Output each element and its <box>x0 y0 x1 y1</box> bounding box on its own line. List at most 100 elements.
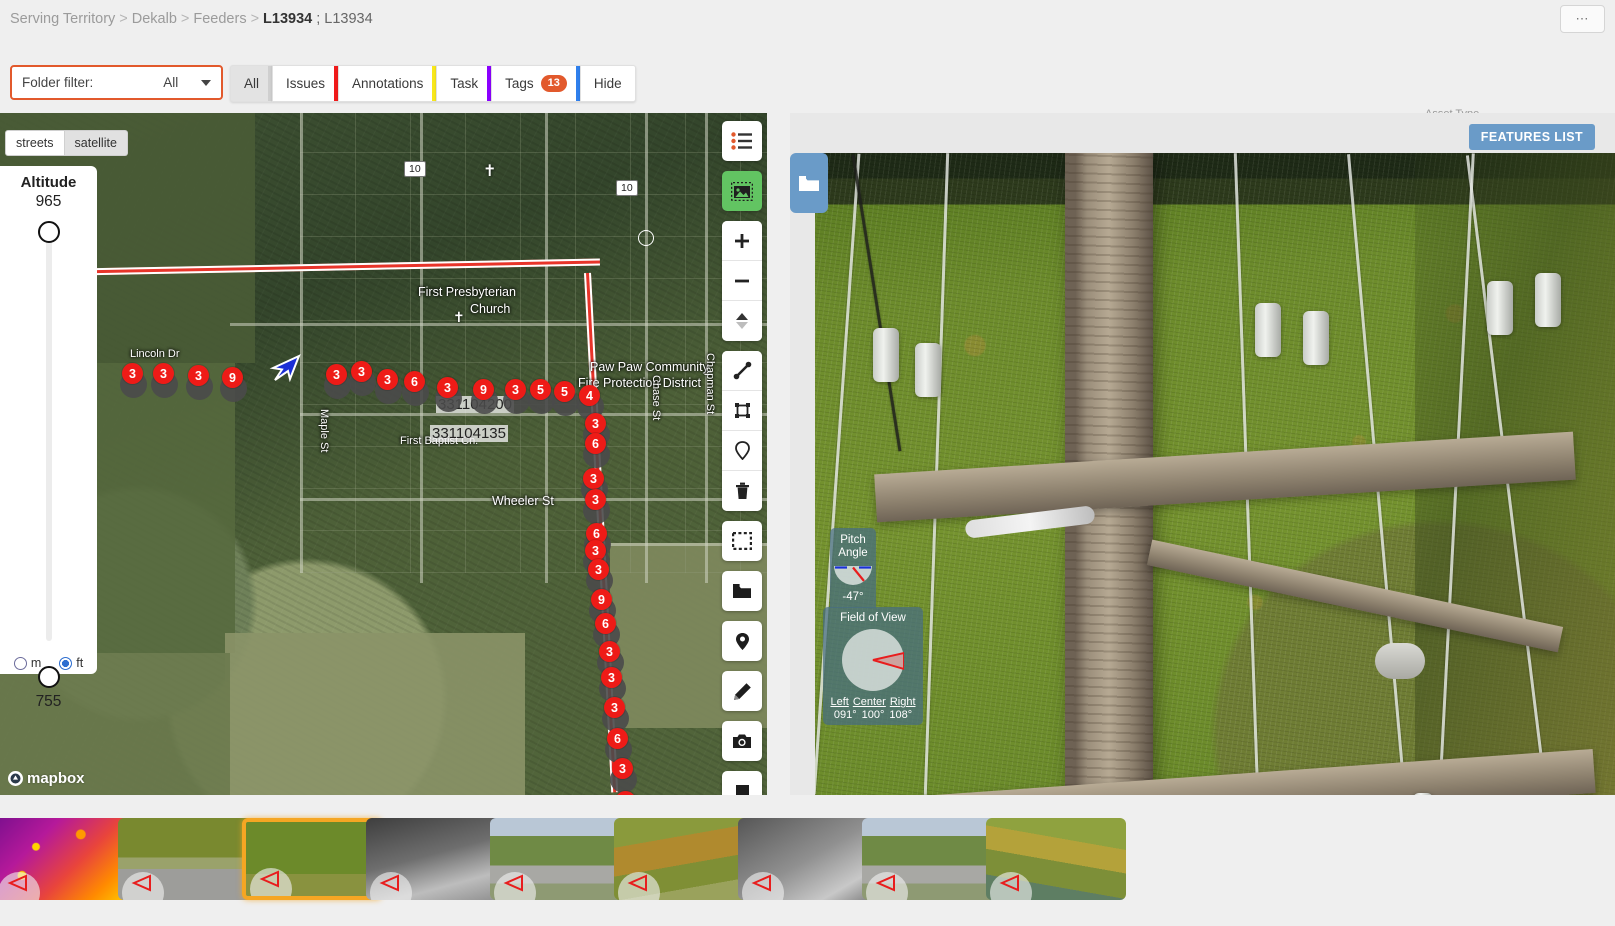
breadcrumb-item-serving-territory[interactable]: Serving Territory <box>10 11 115 27</box>
tab-annotations[interactable]: Annotations <box>338 65 437 102</box>
insulator <box>1413 793 1433 795</box>
map-marker-count-badge[interactable]: 3 <box>601 667 622 688</box>
unit-option-ft[interactable]: ft <box>59 656 83 670</box>
tab-task[interactable]: Task <box>436 65 492 102</box>
radio-selected-icon[interactable] <box>59 656 73 670</box>
map-marker-count-badge[interactable]: 3 <box>437 377 458 398</box>
features-list-icon[interactable] <box>722 121 762 161</box>
camera-icon[interactable] <box>722 721 762 761</box>
altitude-slider-track[interactable] <box>46 226 52 641</box>
street-label-maple: Maple St <box>318 409 330 453</box>
folder-filter-dropdown[interactable]: Folder filter: All <box>10 65 223 100</box>
thumbnail-fov-arrow-icon <box>7 874 27 892</box>
pitch-title-line1: Pitch <box>840 534 866 546</box>
basemap-satellite[interactable]: satellite <box>64 130 128 156</box>
map-marker-count-badge[interactable]: 5 <box>530 379 551 400</box>
marker-outline-icon[interactable] <box>722 431 762 471</box>
thumbnail-item[interactable] <box>366 818 506 900</box>
thumbnail-item[interactable] <box>738 818 878 900</box>
folder-icon[interactable] <box>722 571 762 611</box>
map-marker-count-badge[interactable]: 3 <box>377 369 398 390</box>
map-marker-count-badge[interactable]: 9 <box>591 589 612 610</box>
map-marker-count-badge[interactable]: 3 <box>588 559 609 580</box>
insulator <box>915 343 941 397</box>
thumbnail-item[interactable] <box>242 818 382 900</box>
map-marker-count-badge[interactable]: 3 <box>585 413 606 434</box>
stop-square-icon[interactable] <box>722 771 762 795</box>
folder-side-tab-button[interactable] <box>790 153 828 213</box>
basemap-switcher: streets satellite <box>5 130 128 156</box>
map-marker-count-badge[interactable]: 9 <box>473 379 494 400</box>
map-poi-label: Church <box>470 302 511 316</box>
map-poi-label: First Presbyterian <box>418 285 516 299</box>
map-marker-count-badge[interactable]: 3 <box>153 363 174 384</box>
tab-all[interactable]: All <box>230 65 273 102</box>
map-view[interactable]: streets satellite Altitude 965 755 m ft … <box>0 113 767 795</box>
radio-unselected-icon[interactable] <box>13 656 27 670</box>
tab-tags[interactable]: Tags 13 <box>491 65 580 102</box>
zoom-out-icon[interactable] <box>722 261 762 301</box>
pitch-angle-widget: Pitch Angle -47° <box>830 528 876 609</box>
tab-label: Hide <box>593 76 622 91</box>
map-marker-count-badge[interactable]: 3 <box>326 364 347 385</box>
map-poi-label: Paw Paw Community <box>590 360 709 374</box>
map-marker-count-badge[interactable]: 6 <box>607 728 628 749</box>
map-marker-count-badge[interactable]: 3 <box>585 489 606 510</box>
basemap-streets[interactable]: streets <box>5 130 65 156</box>
measure-line-icon[interactable] <box>722 351 762 391</box>
delete-icon[interactable] <box>722 471 762 511</box>
edit-pencil-icon[interactable] <box>722 671 762 711</box>
map-marker-count-badge[interactable]: 3 <box>612 758 633 779</box>
thumbnail-item[interactable] <box>0 818 134 900</box>
overflow-menu-button[interactable]: ⋯ <box>1560 5 1605 33</box>
map-marker-count-badge[interactable]: 6 <box>404 371 425 392</box>
map-marker-count-badge[interactable]: 3 <box>351 361 372 382</box>
thumbnail-item[interactable] <box>490 818 630 900</box>
thumbnail-strip[interactable] <box>0 806 1615 926</box>
map-marker-count-badge[interactable]: 3 <box>505 379 526 400</box>
zoom-in-icon[interactable] <box>722 221 762 261</box>
altitude-slider-handle-max[interactable] <box>38 221 60 243</box>
altitude-title: Altitude <box>20 174 77 191</box>
map-marker-count-badge[interactable]: 6 <box>595 613 616 634</box>
breadcrumb-separator: > <box>119 11 128 27</box>
crop-icon[interactable] <box>722 391 762 431</box>
map-marker-count-badge[interactable]: 3 <box>122 363 143 384</box>
inspection-photo[interactable]: Pitch Angle -47° Field of View Left Cent… <box>815 153 1615 795</box>
thumbnail-item[interactable] <box>614 818 754 900</box>
breadcrumb-item-feeders[interactable]: Feeders <box>193 11 246 27</box>
map-marker-count-badge[interactable]: 9 <box>222 367 243 388</box>
altitude-unit-radios: m ft <box>0 656 97 670</box>
mapbox-attribution[interactable]: mapbox <box>8 770 85 787</box>
unit-option-m[interactable]: m <box>13 656 42 670</box>
hardware-fitting <box>1375 643 1425 679</box>
map-road <box>705 113 708 583</box>
map-marker-count-badge[interactable]: 4 <box>579 385 600 406</box>
map-marker-count-badge[interactable]: 3 <box>604 697 625 718</box>
unit-label-ft: ft <box>76 656 84 670</box>
features-list-button[interactable]: FEATURES LIST <box>1468 124 1595 150</box>
thumbnail-item[interactable] <box>118 818 258 900</box>
compass-icon[interactable] <box>722 301 762 341</box>
church-icon: ✝ <box>453 309 465 325</box>
thumbnail-item[interactable] <box>862 818 1002 900</box>
unit-label-m: m <box>30 656 42 670</box>
map-marker-count-badge[interactable]: 3 <box>583 468 604 489</box>
map-marker-count-badge[interactable]: 3 <box>599 641 620 662</box>
map-marker-count-badge[interactable]: 3 <box>585 540 606 561</box>
breadcrumb-separator-current: > <box>250 11 260 27</box>
breadcrumb-current-suffix: ; L13934 <box>316 11 373 27</box>
tab-hide[interactable]: Hide <box>579 65 636 102</box>
breadcrumb-item-dekalb[interactable]: Dekalb <box>132 11 177 27</box>
tab-issues[interactable]: Issues <box>272 65 339 102</box>
map-marker-count-badge[interactable]: 5 <box>554 381 575 402</box>
pitch-angle-value: -47° <box>842 591 864 604</box>
map-marker-count-badge[interactable]: 6 <box>585 433 606 454</box>
image-layer-icon[interactable] <box>722 171 762 211</box>
select-box-icon[interactable] <box>722 521 762 561</box>
tab-label: Task <box>450 76 479 91</box>
map-marker-count-badge[interactable]: 3 <box>188 365 209 386</box>
thumbnail-item[interactable] <box>986 818 1126 900</box>
location-pin-icon[interactable] <box>722 621 762 661</box>
fov-value-left: 091° <box>833 709 857 722</box>
